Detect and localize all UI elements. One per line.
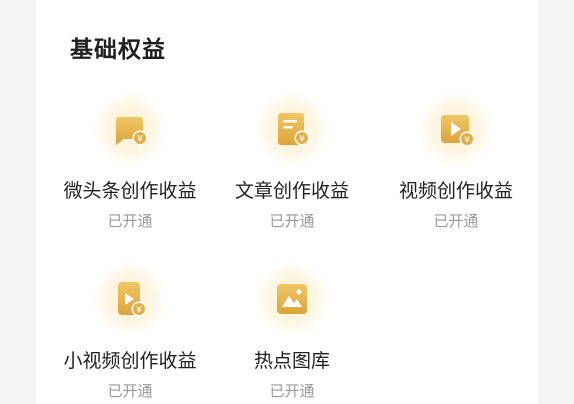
section-title: 基础权益 <box>70 37 166 63</box>
benefit-status: 已开通 <box>107 212 153 230</box>
chat-bubble-coin-icon: ¥ <box>110 109 150 149</box>
benefit-status: 已开通 <box>433 212 479 230</box>
benefits-card: 基础权益 ¥ 微头条创作收益 已开通 ¥ 文章创作收益 已开通 ¥ 视频创作收益… <box>36 0 538 404</box>
benefit-name: 热点图库 <box>253 350 330 372</box>
benefit-status: 已开通 <box>269 382 315 400</box>
benefit-status: 已开通 <box>107 382 153 400</box>
svg-text:¥: ¥ <box>464 136 470 146</box>
benefit-name: 微头条创作收益 <box>63 180 197 202</box>
svg-text:¥: ¥ <box>136 306 142 316</box>
benefit-name: 文章创作收益 <box>234 180 349 202</box>
small-video-coin-icon: ¥ <box>110 279 150 319</box>
benefit-name: 小视频创作收益 <box>63 350 197 372</box>
benefit-name: 视频创作收益 <box>398 180 513 202</box>
svg-text:¥: ¥ <box>137 135 143 145</box>
document-coin-icon: ¥ <box>272 109 312 149</box>
video-coin-icon: ¥ <box>436 109 476 149</box>
svg-text:¥: ¥ <box>299 135 305 145</box>
benefit-status: 已开通 <box>269 212 315 230</box>
image-gallery-icon <box>272 279 312 319</box>
